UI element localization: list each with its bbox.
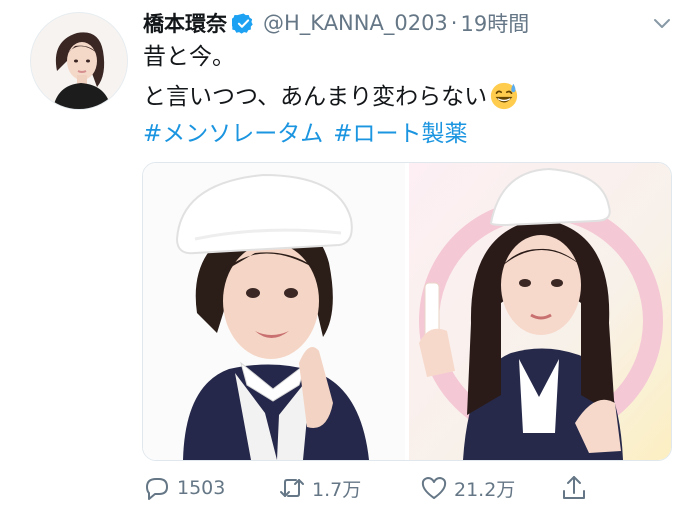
hashtag-link[interactable]: #メンソレータム bbox=[143, 121, 323, 147]
share-icon bbox=[563, 476, 585, 499]
meta-separator: · bbox=[450, 11, 458, 35]
retweet-count: 1.7万 bbox=[312, 478, 362, 501]
reply-button[interactable]: 1503 bbox=[143, 470, 225, 506]
media-grid bbox=[142, 162, 672, 461]
reply-icon bbox=[146, 478, 168, 500]
tweet-text-line-2-content: と言いつつ、あんまり変わらない bbox=[143, 84, 488, 110]
photo-now[interactable] bbox=[409, 163, 671, 460]
verified-badge-icon bbox=[232, 12, 253, 34]
photo-then[interactable] bbox=[143, 163, 405, 460]
tweet-text-line-2: と言いつつ、あんまり変わらない bbox=[143, 80, 683, 113]
share-button[interactable] bbox=[560, 470, 594, 506]
retweet-button[interactable]: 1.7万 bbox=[278, 470, 361, 506]
chevron-down-icon[interactable] bbox=[652, 13, 672, 33]
like-icon bbox=[421, 477, 447, 499]
tweet-header: 橋本環奈 @H_KANNA_0203 · 19時間 bbox=[143, 8, 529, 38]
tweet-hashtags: #メンソレータム #ロート製薬 bbox=[143, 118, 683, 150]
like-count: 21.2万 bbox=[454, 478, 516, 501]
hashtag-link[interactable]: #ロート製薬 bbox=[333, 121, 467, 147]
like-button[interactable]: 21.2万 bbox=[420, 470, 515, 506]
avatar[interactable] bbox=[30, 12, 128, 110]
tweet-text-line-1: 昔と今。 bbox=[143, 44, 235, 70]
reply-count: 1503 bbox=[177, 477, 226, 499]
timestamp[interactable]: 19時間 bbox=[460, 8, 529, 38]
retweet-icon bbox=[280, 479, 304, 497]
author-name[interactable]: 橋本環奈 bbox=[143, 8, 227, 38]
grinning-sweat-emoji-icon bbox=[490, 82, 518, 110]
author-handle[interactable]: @H_KANNA_0203 bbox=[263, 11, 448, 35]
tweet-actions: 1503 1.7万 21.2万 bbox=[143, 470, 683, 506]
